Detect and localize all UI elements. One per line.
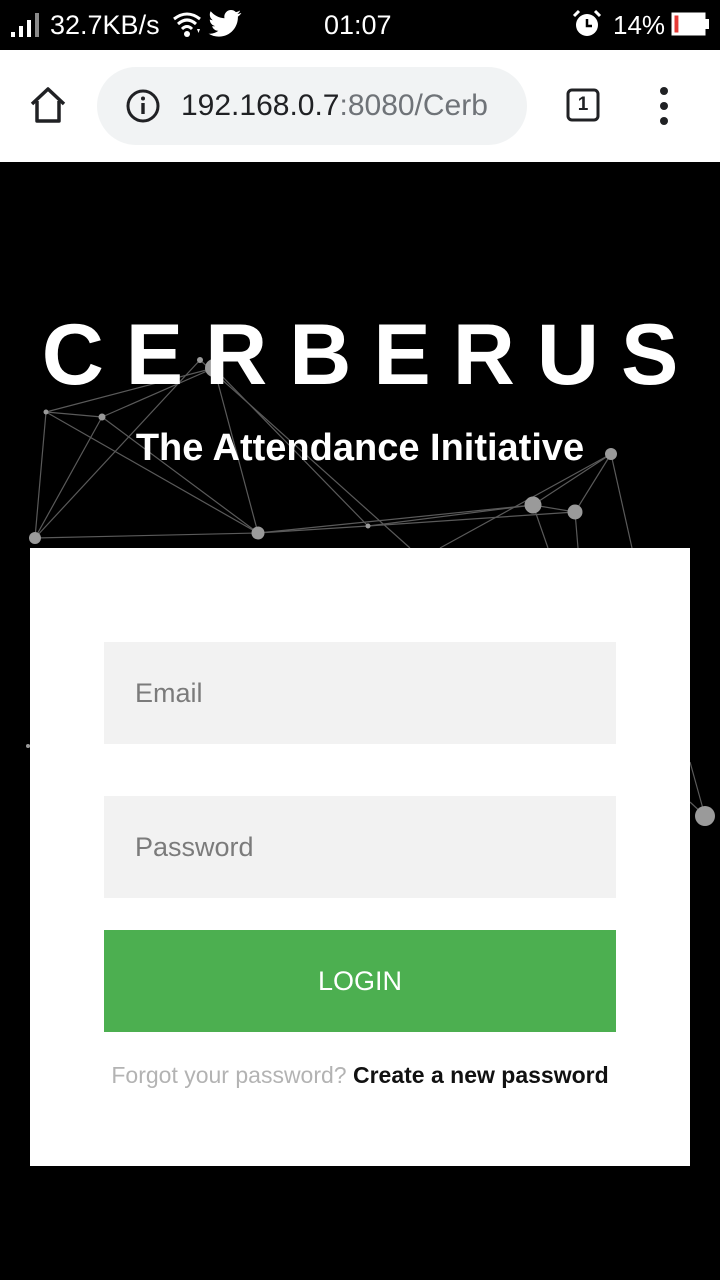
forgot-password-text: Forgot your password? <box>111 1062 347 1088</box>
address-bar[interactable]: 192.168.0.7:8080/Cerb <box>97 67 527 145</box>
brand-title: CERBERUS <box>41 307 701 403</box>
menu-icon[interactable] <box>654 86 674 126</box>
url-host: 192.168.0.7 <box>181 89 340 122</box>
tab-count: 1 <box>577 94 589 115</box>
browser-toolbar: 192.168.0.7:8080/Cerb 1 <box>0 50 720 162</box>
create-password-link[interactable]: Create a new password <box>353 1062 609 1088</box>
forgot-password-row: Forgot your password? Create a new passw… <box>30 1060 690 1090</box>
tab-switcher-button[interactable]: 1 <box>566 88 600 122</box>
url-text[interactable]: 192.168.0.7:8080/Cerb <box>181 87 488 125</box>
network-speed: 32.7KB/s <box>50 10 160 40</box>
battery-percent: 14% <box>613 10 666 40</box>
brand-subtitle: The Attendance Initiative <box>135 427 585 469</box>
email-field[interactable] <box>104 642 616 744</box>
login-button[interactable]: LOGIN <box>104 930 616 1032</box>
signal-icon <box>11 13 39 37</box>
wifi-icon <box>173 12 201 37</box>
battery-icon <box>671 12 709 36</box>
login-card: LOGIN Forgot your password? Create a new… <box>30 548 690 1166</box>
url-path: :8080/Cerb <box>339 89 488 122</box>
page-content: CERBERUS The Attendance Initiative LOGIN… <box>0 162 720 1280</box>
clock: 01:07 <box>324 10 392 40</box>
info-icon[interactable] <box>125 88 161 124</box>
twitter-icon <box>208 10 242 37</box>
status-bar: 32.7KB/s 01:07 14% <box>0 0 720 50</box>
home-icon[interactable] <box>28 84 68 126</box>
alarm-icon <box>572 9 602 36</box>
password-field[interactable] <box>104 796 616 898</box>
